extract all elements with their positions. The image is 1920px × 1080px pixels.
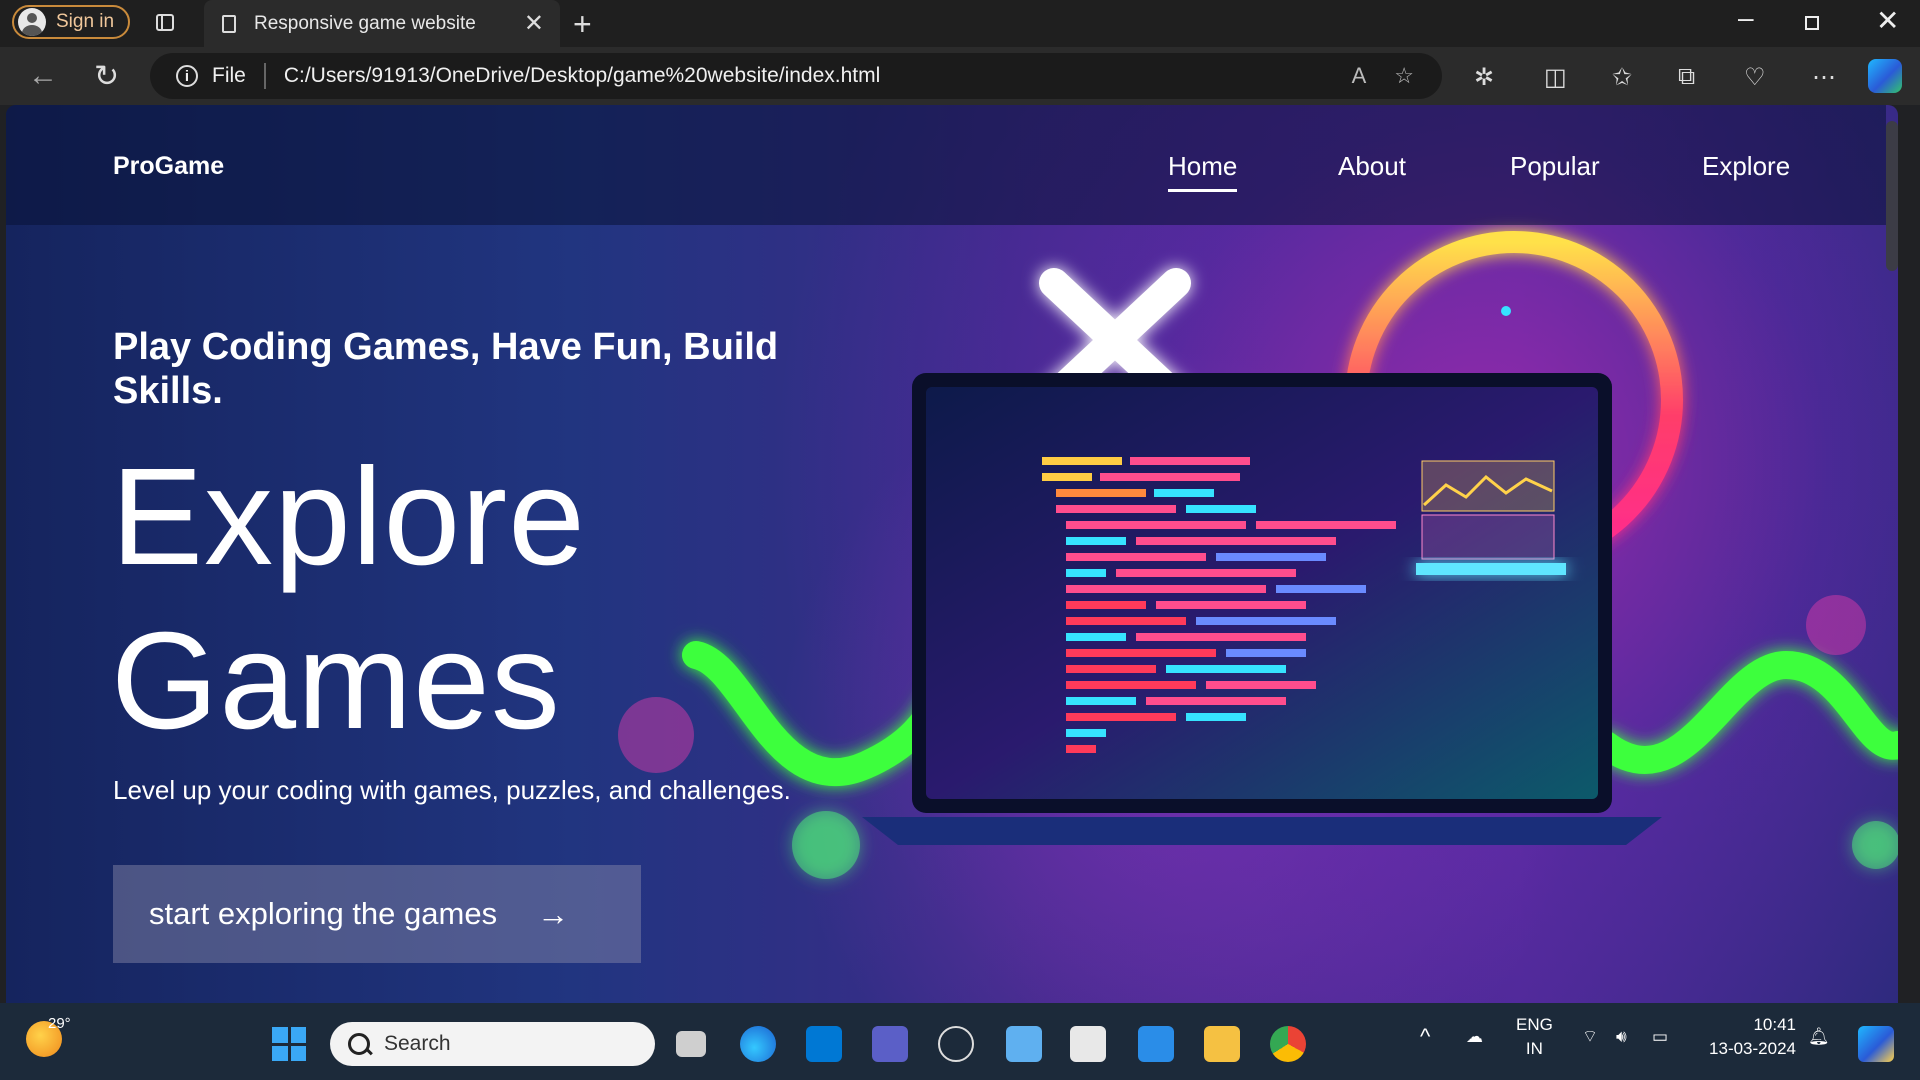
- hero-title-line-1: Explore: [111, 440, 586, 594]
- profile-avatar-icon: [18, 8, 46, 36]
- green-orb-right-shape: [1852, 821, 1898, 869]
- screen-chart-bottom-shape: [1421, 514, 1555, 560]
- read-aloud-icon[interactable]: A: [1352, 63, 1367, 89]
- cta-label: start exploring the games: [149, 896, 498, 931]
- browser-toolbar: ← ↻ i File C:/Users/91913/OneDrive/Deskt…: [0, 47, 1920, 105]
- snipping-tool-icon[interactable]: [1070, 1026, 1106, 1062]
- pink-orb-shape: [618, 697, 694, 773]
- volume-icon[interactable]: 🔊︎: [1616, 1025, 1627, 1049]
- chrome-icon[interactable]: [1270, 1026, 1306, 1062]
- language-code: ENG: [1516, 1015, 1553, 1034]
- neon-ring-shape: [1345, 231, 1683, 569]
- address-scheme-label: File: [212, 64, 246, 87]
- region-code: IN: [1525, 1039, 1543, 1058]
- page-scrollbar[interactable]: [1886, 121, 1898, 271]
- edge-app-icon[interactable]: [740, 1026, 776, 1062]
- battery-icon[interactable]: ▭: [1652, 1025, 1668, 1049]
- nav-explore-link[interactable]: Explore: [1702, 151, 1790, 182]
- hero-lead-text: Level up your coding with games, puzzles…: [113, 775, 791, 805]
- arrow-right-icon: →: [537, 895, 570, 932]
- laptop-base-shape: [862, 817, 1662, 845]
- address-bar[interactable]: i File C:/Users/91913/OneDrive/Desktop/g…: [150, 53, 1442, 99]
- show-hidden-icons-chevron-icon[interactable]: ^: [1420, 1025, 1430, 1049]
- green-wave-right-shape: [1592, 650, 1898, 774]
- clock[interactable]: 10:41 13-03-2024: [1700, 1013, 1796, 1061]
- cyan-dot-shape: [1501, 306, 1511, 316]
- split-screen-icon[interactable]: ◫: [1544, 63, 1567, 92]
- extensions-icon[interactable]: ✲: [1474, 63, 1494, 92]
- nav-home-link[interactable]: Home: [1168, 151, 1238, 192]
- sign-in-label: Sign in: [56, 11, 115, 32]
- clock-time: 10:41: [1753, 1015, 1796, 1034]
- nav-about-link[interactable]: About: [1338, 151, 1406, 182]
- input-language[interactable]: ENG IN: [1516, 1013, 1553, 1061]
- start-tile-icon: [290, 1045, 306, 1061]
- site-logo[interactable]: ProGame: [113, 152, 224, 181]
- wifi-icon[interactable]: ⌔: [1582, 1025, 1598, 1049]
- laptop-frame-shape: [912, 373, 1612, 813]
- taskbar-search-placeholder: Search: [384, 1032, 451, 1055]
- site-info-icon[interactable]: i: [176, 65, 198, 87]
- nav-popular-link[interactable]: Popular: [1510, 151, 1600, 182]
- restore-icon[interactable]: [1805, 16, 1819, 30]
- code-lines-graphic: [1042, 457, 1396, 753]
- start-tile-icon: [272, 1027, 288, 1043]
- hero-tagline: Play Coding Games, Have Fun, Build Skill…: [113, 326, 779, 412]
- microsoft-store-icon[interactable]: [806, 1026, 842, 1062]
- photos-icon[interactable]: [1138, 1026, 1174, 1062]
- start-button[interactable]: [272, 1027, 306, 1061]
- close-window-icon[interactable]: ✕: [1876, 4, 1899, 37]
- hero-title: Explore Games: [111, 435, 586, 763]
- page-viewport: ProGame Home About Popular Explore Play …: [6, 105, 1898, 1003]
- copilot-taskbar-icon[interactable]: [1858, 1026, 1894, 1062]
- windows-taskbar: 29° Search ^ ☁ ENG IN ⌔ 🔊︎ ▭ 10:41 13-03…: [0, 1003, 1920, 1080]
- copilot-icon[interactable]: [1868, 59, 1902, 93]
- screen-chart-top-line: [1422, 474, 1553, 507]
- weather-temperature: 29°: [48, 1015, 71, 1032]
- green-wave-left-shape: [682, 641, 980, 787]
- screen-highlight-bar: [1416, 563, 1566, 575]
- tab-actions-icon[interactable]: [156, 14, 174, 31]
- taskbar-search[interactable]: Search: [330, 1022, 655, 1066]
- close-tab-icon[interactable]: ✕: [524, 9, 544, 38]
- teams-icon[interactable]: [872, 1026, 908, 1062]
- page-document-icon: [222, 14, 236, 33]
- browser-essentials-icon[interactable]: ♡: [1744, 63, 1766, 92]
- search-icon: [348, 1033, 370, 1055]
- browser-tab-active[interactable]: Responsive game website ✕: [204, 0, 560, 47]
- onedrive-icon[interactable]: ☁: [1466, 1025, 1483, 1049]
- new-tab-icon[interactable]: +: [573, 6, 592, 43]
- start-tile-icon: [272, 1045, 288, 1061]
- browser-titlebar: Sign in Responsive game website ✕ + – ✕: [0, 0, 1920, 47]
- dell-icon[interactable]: [938, 1026, 974, 1062]
- back-icon[interactable]: ←: [28, 59, 58, 93]
- address-divider: [263, 63, 266, 89]
- start-tile-icon: [290, 1027, 306, 1043]
- address-url[interactable]: C:/Users/91913/OneDrive/Desktop/game%20w…: [284, 64, 1352, 88]
- notifications-bell-icon[interactable]: 🔔︎: [1808, 1025, 1830, 1049]
- more-menu-icon[interactable]: ⋯: [1812, 63, 1836, 92]
- pink-orb-small-shape: [1806, 595, 1866, 655]
- start-exploring-button[interactable]: start exploring the games →: [113, 865, 641, 963]
- laptop-screen-shape: [926, 387, 1598, 799]
- neon-x-shape: [1039, 268, 1191, 412]
- site-navbar: ProGame Home About Popular Explore: [6, 105, 1886, 225]
- hero-title-line-2: Games: [111, 604, 561, 758]
- task-view-icon[interactable]: [676, 1031, 706, 1057]
- sign-in-button[interactable]: Sign in: [12, 5, 131, 39]
- favorites-icon[interactable]: ✩: [1612, 63, 1632, 92]
- minimize-icon[interactable]: –: [1738, 2, 1754, 34]
- reload-icon[interactable]: ↻: [94, 59, 119, 94]
- clock-date: 13-03-2024: [1709, 1039, 1796, 1058]
- screen-chart-top-shape: [1421, 460, 1555, 512]
- notepad-icon[interactable]: [1006, 1026, 1042, 1062]
- tab-title: Responsive game website: [254, 12, 476, 34]
- green-orb-shape: [792, 811, 860, 879]
- favorite-star-icon[interactable]: ☆: [1394, 63, 1414, 89]
- collections-icon[interactable]: ⧉: [1678, 63, 1695, 91]
- file-explorer-icon[interactable]: [1204, 1026, 1240, 1062]
